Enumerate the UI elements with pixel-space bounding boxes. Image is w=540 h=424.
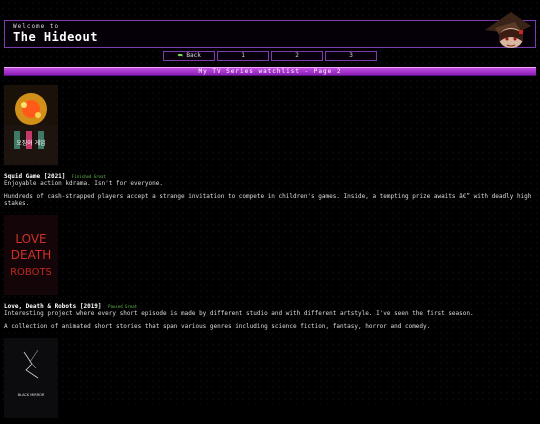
svg-text:ROBOTS: ROBOTS [10,267,52,278]
svg-text:DEATH: DEATH [11,248,51,262]
svg-text:BLACK MIRROR: BLACK MIRROR [18,393,45,397]
page-2-button[interactable]: 2 [271,51,323,61]
entry-description: A collection of animated short stories t… [4,323,431,330]
entry-title: Love, Death & Robots [2019] [4,303,102,310]
site-title: The Hideout [13,30,98,44]
entry-comment: Interesting project where every short ep… [4,310,474,317]
pagination-nav: ⮪ Back 1 2 3 [163,51,379,61]
entry-description: Hundreds of cash-strapped players accept… [4,193,532,207]
back-button[interactable]: ⮪ Back [163,51,215,61]
watchlist-entry: LOVE DEATH ROBOTS Love, Death & Robots [… [4,215,536,330]
watchlist-entry: 오징어 게임 Squid Game [2021] Finished Great … [4,85,536,207]
watchlist-entry: BLACK MIRROR [4,338,536,418]
entry-heading: Squid Game [2021] Finished Great [4,173,536,180]
page-banner: My TV Series watchlist - Page 2 [4,67,536,76]
status-badge: Finished Great [72,174,106,179]
entry-comment: Enjoyable action kdrama. Isn't for every… [4,180,163,187]
entry-heading: Love, Death & Robots [2019] Paused Great [4,303,536,310]
back-button-label: Back [186,52,201,59]
site-header: Welcome to The Hideout [4,12,536,48]
poster-black-mirror: BLACK MIRROR [4,338,58,418]
status-badge: Paused Great [108,304,138,309]
page-1-button[interactable]: 1 [217,51,269,61]
poster-love-death-robots: LOVE DEATH ROBOTS [4,215,58,295]
svg-text:LOVE: LOVE [15,232,46,246]
back-arrow-icon: ⮪ [177,52,183,59]
watchlist: 오징어 게임 Squid Game [2021] Finished Great … [4,85,536,424]
page-3-button[interactable]: 3 [325,51,377,61]
svg-text:오징어 게임: 오징어 게임 [16,139,46,147]
entry-title: Squid Game [2021] [4,173,66,180]
avatar [481,12,533,48]
poster-squid-game: 오징어 게임 [4,85,58,165]
welcome-text: Welcome to [13,23,60,30]
